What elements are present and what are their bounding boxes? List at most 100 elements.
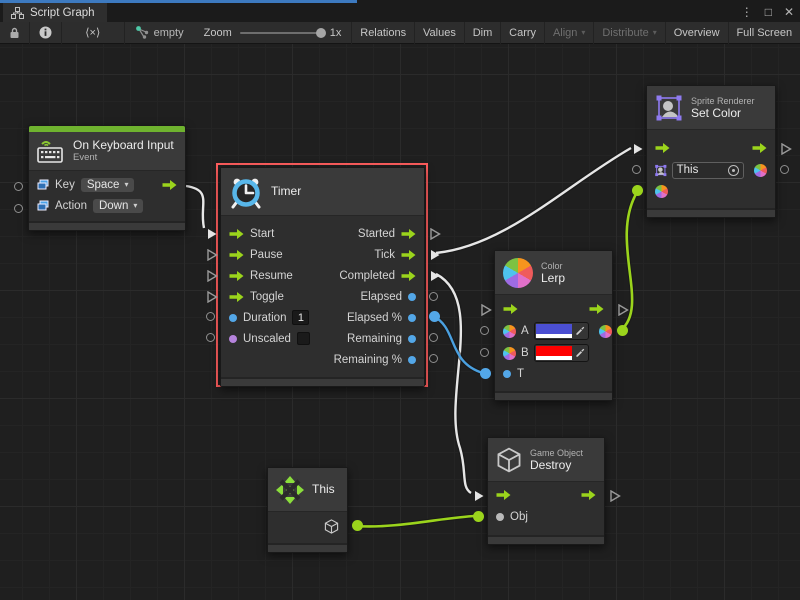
color-field-b[interactable] <box>534 344 589 362</box>
graph-reference[interactable]: empty <box>125 26 194 39</box>
remaining-port[interactable] <box>429 333 438 342</box>
inspector-button[interactable] <box>30 22 61 44</box>
target-port[interactable] <box>632 165 641 174</box>
resume-port[interactable] <box>206 269 218 287</box>
duration-field[interactable]: 1 <box>292 310 309 325</box>
overview-button[interactable]: Overview <box>666 22 728 44</box>
unscaled-port[interactable] <box>206 333 215 342</box>
sprite-renderer-port-icon[interactable] <box>655 164 667 177</box>
align-button[interactable]: Align ▾ <box>545 22 593 44</box>
start-port[interactable] <box>206 227 218 245</box>
color-input-icon[interactable] <box>655 185 668 198</box>
flow-out-port[interactable] <box>780 142 792 160</box>
this-output-port[interactable] <box>352 520 363 531</box>
unscaled-checkbox[interactable] <box>297 332 310 345</box>
relations-button[interactable]: Relations <box>352 22 414 44</box>
color-port-icon[interactable] <box>503 325 516 338</box>
fullscreen-button[interactable]: Full Screen <box>728 22 800 44</box>
flow-in-arrow[interactable] <box>655 143 670 153</box>
t-port[interactable] <box>480 368 491 379</box>
node-this[interactable]: This <box>267 467 348 553</box>
port-label-action: Action <box>55 200 87 212</box>
tick-port[interactable] <box>429 248 441 266</box>
renderer-output-icon[interactable] <box>754 164 767 177</box>
eyedropper-icon[interactable] <box>572 326 587 337</box>
flow-in-port[interactable] <box>480 303 492 321</box>
node-destroy[interactable]: Game Object Destroy Obj <box>487 437 605 545</box>
color-output-icon[interactable] <box>599 325 612 338</box>
maximize-icon[interactable]: □ <box>765 3 772 21</box>
renderer-out-port[interactable] <box>780 165 789 174</box>
color-port-icon[interactable] <box>503 347 516 360</box>
pause-input-arrow[interactable] <box>229 250 244 260</box>
target-object-field[interactable]: This <box>672 162 744 179</box>
lock-button[interactable] <box>0 22 29 44</box>
flow-out-arrow[interactable] <box>589 304 604 314</box>
elapsed-output-dot[interactable] <box>408 293 416 301</box>
toggle-input-arrow[interactable] <box>229 292 244 302</box>
color-swatch-b[interactable] <box>536 346 572 360</box>
action-input-port[interactable] <box>14 204 23 213</box>
tab-script-graph[interactable]: Script Graph <box>3 3 107 22</box>
color-swatch-a[interactable] <box>536 324 572 338</box>
a-port[interactable] <box>480 326 489 335</box>
distribute-label: Distribute <box>602 27 648 39</box>
obj-input-dot[interactable] <box>496 513 504 521</box>
color-in-port[interactable] <box>632 185 643 196</box>
pause-port[interactable] <box>206 248 218 266</box>
distribute-button[interactable]: Distribute ▾ <box>594 22 664 44</box>
flow-in-arrow[interactable] <box>496 490 511 500</box>
node-timer[interactable]: Timer Start Started Pause Tick Resume <box>220 167 425 387</box>
tick-output-arrow[interactable] <box>401 250 416 260</box>
key-input-port[interactable] <box>14 182 23 191</box>
node-on-keyboard-input[interactable]: On Keyboard Input Event Key Space ▾ <box>28 125 186 231</box>
elapsed-pct-port[interactable] <box>429 311 440 322</box>
remaining-pct-output-dot[interactable] <box>408 356 416 364</box>
dim-button[interactable]: Dim <box>465 22 501 44</box>
action-dropdown[interactable]: Down ▾ <box>93 199 143 213</box>
eyedropper-icon[interactable] <box>572 348 587 359</box>
flow-in-port[interactable] <box>632 142 644 160</box>
started-port[interactable] <box>429 227 441 245</box>
flow-out-arrow[interactable] <box>581 490 596 500</box>
flow-in-port[interactable] <box>473 489 485 507</box>
flow-out-port[interactable] <box>617 303 629 321</box>
obj-port[interactable] <box>473 511 484 522</box>
toggle-port[interactable] <box>206 290 218 308</box>
values-button[interactable]: Values <box>415 22 464 44</box>
remaining-output-dot[interactable] <box>408 335 416 343</box>
color-output-port[interactable] <box>617 325 628 336</box>
node-color-lerp[interactable]: Color Lerp A <box>494 250 613 401</box>
key-dropdown[interactable]: Space ▾ <box>81 178 135 192</box>
elapsed-pct-output-dot[interactable] <box>408 314 416 322</box>
flow-in-arrow[interactable] <box>503 304 518 314</box>
close-icon[interactable]: ✕ <box>784 3 794 21</box>
start-input-arrow[interactable] <box>229 229 244 239</box>
unscaled-input-dot[interactable] <box>229 335 237 343</box>
flow-out-arrow[interactable] <box>752 143 767 153</box>
completed-output-arrow[interactable] <box>401 271 416 281</box>
color-field-a[interactable] <box>534 322 589 340</box>
duration-port[interactable] <box>206 312 215 321</box>
script-graph-window: Script Graph ⋮ □ ✕ ⟨×⟩ <box>0 0 800 600</box>
duration-input-dot[interactable] <box>229 314 237 322</box>
zoom-slider[interactable] <box>240 32 322 34</box>
code-preview-button[interactable]: ⟨×⟩ <box>62 22 124 44</box>
b-port[interactable] <box>480 348 489 357</box>
resume-input-arrow[interactable] <box>229 271 244 281</box>
node-set-color[interactable]: Sprite Renderer Set Color This <box>646 85 776 218</box>
values-label: Values <box>423 27 456 39</box>
object-picker-icon[interactable] <box>728 165 739 176</box>
zoom-slider-handle[interactable] <box>316 28 326 38</box>
carry-button[interactable]: Carry <box>501 22 544 44</box>
kebab-menu-icon[interactable]: ⋮ <box>741 3 753 21</box>
started-output-arrow[interactable] <box>401 229 416 239</box>
trigger-output-arrow[interactable] <box>162 180 177 190</box>
remaining-pct-port[interactable] <box>429 354 438 363</box>
chevron-down-icon: ▾ <box>653 28 657 37</box>
t-input-dot[interactable] <box>503 370 511 378</box>
flow-out-port[interactable] <box>609 489 621 507</box>
completed-port[interactable] <box>429 269 441 287</box>
elapsed-port[interactable] <box>429 292 438 301</box>
game-object-icon[interactable] <box>324 519 339 534</box>
